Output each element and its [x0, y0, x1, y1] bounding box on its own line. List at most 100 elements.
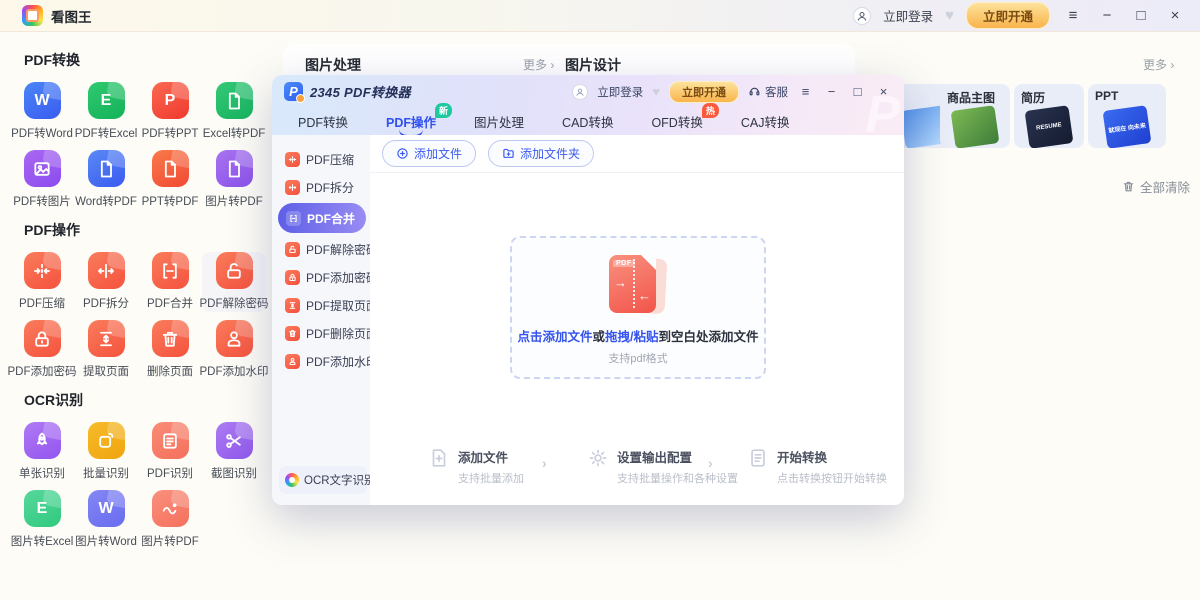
tool-label: 图片转Excel	[11, 533, 74, 549]
add-file-button[interactable]: 添加文件	[382, 140, 476, 167]
unlock-icon	[285, 242, 300, 257]
more-link-design[interactable]: 更多 ›	[1143, 56, 1174, 73]
sidebar-item-PDF压缩[interactable]: PDF压缩	[272, 145, 370, 173]
tool-图片转PDF[interactable]: 图片转PDF	[138, 490, 202, 550]
tool-PDF解除密码[interactable]: PDF解除密码	[202, 252, 266, 312]
pdf-icon	[152, 150, 189, 187]
dropzone-text-segment: 或	[593, 330, 606, 344]
tool-label: Word转PDF	[75, 193, 137, 209]
dialog-menu-icon[interactable]: ≡	[797, 84, 814, 99]
dialog-upgrade-button[interactable]: 立即开通	[669, 81, 739, 103]
merge-icon	[286, 211, 301, 226]
file-dropzone[interactable]: PDF → ← 点击添加文件或拖拽/粘贴到空白处添加文件 支持pdf格式	[510, 236, 766, 379]
design-template-tile[interactable]: PPT就现在 向未来	[1088, 84, 1166, 148]
tool-PDF识别[interactable]: PDF识别	[138, 422, 202, 482]
menu-icon[interactable]: ≡	[1062, 7, 1084, 24]
gear-icon	[587, 447, 609, 469]
tool-PDF合并[interactable]: PDF合并	[138, 252, 202, 312]
tab-CAD转换[interactable]: CAD转换	[562, 112, 613, 131]
support-button[interactable]: 客服	[748, 84, 788, 100]
tool-label: PDF转Word	[11, 125, 73, 141]
tool-批量识别[interactable]: 批量识别	[74, 422, 138, 482]
tool-PDF转图片[interactable]: PDF转图片	[10, 150, 74, 210]
sidebar-item-PDF添加密码[interactable]: PDF添加密码	[272, 263, 370, 291]
tab-PDF操作[interactable]: PDF操作新	[386, 112, 436, 131]
wave-icon	[152, 490, 189, 527]
login-link[interactable]: 立即登录	[883, 6, 933, 25]
tool-PDF转Excel[interactable]: EPDF转Excel	[74, 82, 138, 142]
tab-PDF转换[interactable]: PDF转换	[298, 112, 348, 131]
design-template-tile[interactable]: 商品主图	[940, 84, 1010, 148]
step-添加文件: 添加文件支持批量添加	[428, 447, 524, 486]
sidebar-item-label: PDF提取页面	[306, 297, 378, 314]
extract-icon	[285, 298, 300, 313]
step-desc: 支持批量操作和各种设置	[617, 470, 738, 486]
tool-图片转Excel[interactable]: E图片转Excel	[10, 490, 74, 550]
pdf-converter-dialog: P P 2345 PDF转换器 立即登录 ♥ 立即开通 客服 ≡ − □ × P…	[272, 75, 904, 505]
tool-图片转PDF[interactable]: 图片转PDF	[202, 150, 266, 210]
dropzone-hint: 支持pdf格式	[512, 350, 764, 366]
tool-PDF压缩[interactable]: PDF压缩	[10, 252, 74, 312]
step-title: 设置输出配置	[617, 447, 738, 466]
tool-单张识别[interactable]: 单张识别	[10, 422, 74, 482]
tool-label: PDF添加水印	[200, 363, 269, 379]
dialog-minimize-button[interactable]: −	[823, 84, 840, 99]
add-folder-button[interactable]: 添加文件夹	[488, 140, 594, 167]
tool-label: PDF压缩	[19, 295, 65, 311]
workflow-steps: 添加文件支持批量添加›设置输出配置支持批量操作和各种设置›开始转换点击转换按钮开…	[370, 447, 904, 489]
tool-label: PPT转PDF	[142, 193, 199, 209]
tool-PDF拆分[interactable]: PDF拆分	[74, 252, 138, 312]
sidebar-item-PDF提取页面[interactable]: PDF提取页面	[272, 291, 370, 319]
pdf-icon	[88, 150, 125, 187]
sidebar-item-PDF解除密码[interactable]: PDF解除密码	[272, 235, 370, 263]
dialog-maximize-button[interactable]: □	[849, 84, 866, 99]
maximize-button[interactable]: □	[1130, 7, 1152, 24]
tool-PDF添加水印[interactable]: PDF添加水印	[202, 320, 266, 380]
tool-截图识别[interactable]: 截图识别	[202, 422, 266, 482]
section-image-processing: 图片处理	[305, 55, 361, 75]
tool-PPT转PDF[interactable]: PPT转PDF	[138, 150, 202, 210]
dialog-content: 添加文件 添加文件夹 PDF → ← 点击添加文件或拖拽/粘贴到空白处添加文件 …	[370, 135, 904, 505]
user-avatar[interactable]	[853, 7, 871, 25]
dialog-close-button[interactable]: ×	[875, 84, 892, 99]
sidebar-item-PDF合并[interactable]: PDF合并	[278, 203, 366, 233]
letter-icon: E	[88, 82, 125, 119]
tool-PDF转Word[interactable]: WPDF转Word	[10, 82, 74, 142]
vip-heart-icon[interactable]: ♥	[945, 8, 954, 23]
sidebar-item-PDF拆分[interactable]: PDF拆分	[272, 173, 370, 201]
step-title: 添加文件	[458, 447, 524, 466]
split-icon	[285, 180, 300, 195]
tab-OFD转换[interactable]: OFD转换热	[651, 112, 702, 131]
sidebar-item-label: PDF解除密码	[306, 241, 378, 258]
tool-Excel转PDF[interactable]: Excel转PDF	[202, 82, 266, 142]
tool-Word转PDF[interactable]: Word转PDF	[74, 150, 138, 210]
tool-提取页面[interactable]: 提取页面	[74, 320, 138, 380]
tool-删除页面[interactable]: 删除页面	[138, 320, 202, 380]
tile-thumbnail	[951, 105, 1000, 148]
tab-图片处理[interactable]: 图片处理	[474, 112, 524, 131]
minimize-button[interactable]: −	[1096, 7, 1118, 24]
step-desc: 点击转换按钮开始转换	[777, 470, 887, 486]
tool-label: PDF转图片	[13, 193, 71, 209]
dialog-login-link[interactable]: 立即登录	[597, 84, 643, 100]
clear-all-button[interactable]: 全部清除	[1122, 177, 1190, 196]
dialog-brand: 2345 PDF转换器	[310, 82, 411, 101]
tool-PDF转PPT[interactable]: PPDF转PPT	[138, 82, 202, 142]
tool-图片转Word[interactable]: W图片转Word	[74, 490, 138, 550]
tab-CAJ转换[interactable]: CAJ转换	[741, 112, 790, 131]
sidebar-item-PDF删除页面[interactable]: PDF删除页面	[272, 319, 370, 347]
dialog-sidebar: PDF压缩PDF拆分PDF合并PDF解除密码PDF添加密码PDF提取页面PDF删…	[272, 135, 370, 505]
close-button[interactable]: ×	[1164, 7, 1186, 24]
tool-PDF添加密码[interactable]: PDF添加密码	[10, 320, 74, 380]
sidebar-item-ocr[interactable]: OCR文字识别	[279, 466, 367, 494]
upgrade-button[interactable]: 立即开通	[966, 2, 1050, 29]
sidebar-item-PDF添加水印[interactable]: PDF添加水印	[272, 347, 370, 375]
tab-label: OFD转换	[651, 116, 702, 130]
tool-label: PDF识别	[147, 465, 193, 481]
more-link-processing[interactable]: 更多 ›	[523, 56, 554, 73]
design-template-tile[interactable]: 简历RESUME	[1014, 84, 1084, 148]
sidebar-item-label: PDF添加水印	[306, 353, 378, 370]
dialog-user-avatar[interactable]	[572, 84, 588, 100]
docscan-icon	[152, 422, 189, 459]
person-icon	[856, 10, 868, 22]
